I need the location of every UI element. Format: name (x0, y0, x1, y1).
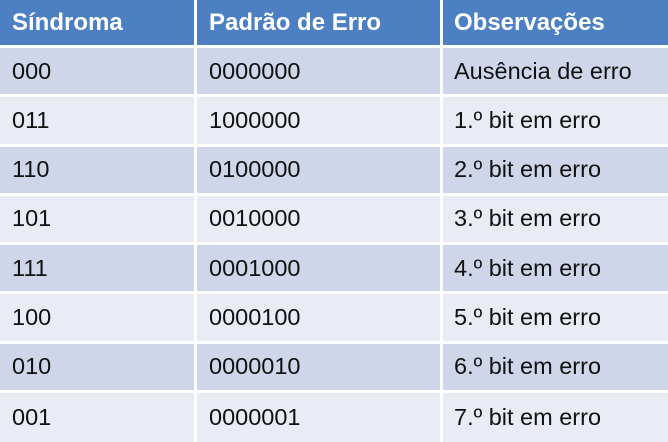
table-cell-syndrome: 000 (0, 48, 197, 98)
table-cell-error-pattern: 0000010 (197, 343, 443, 393)
table-cell-error-pattern: 0100000 (197, 146, 443, 196)
header-padrao-de-erro: Padrão de Erro (197, 0, 443, 48)
table-cell-syndrome: 110 (0, 146, 197, 196)
table-cell-error-pattern: 0000100 (197, 294, 443, 344)
table-cell-error-pattern: 0000000 (197, 48, 443, 98)
table-cell-syndrome: 010 (0, 343, 197, 393)
table-cell-syndrome: 001 (0, 392, 197, 442)
table-cell-syndrome: 100 (0, 294, 197, 344)
table-cell-observation: 6.º bit em erro (443, 343, 668, 393)
syndrome-table: Síndroma Padrão de Erro Observações 000 … (0, 0, 668, 442)
table-cell-error-pattern: 0000001 (197, 392, 443, 442)
table-cell-observation: 7.º bit em erro (443, 392, 668, 442)
table-cell-observation: 5.º bit em erro (443, 294, 668, 344)
table-cell-error-pattern: 0001000 (197, 245, 443, 295)
table-cell-syndrome: 111 (0, 245, 197, 295)
table-cell-observation: 4.º bit em erro (443, 245, 668, 295)
table-cell-observation: 3.º bit em erro (443, 195, 668, 245)
table-cell-error-pattern: 1000000 (197, 97, 443, 147)
table-cell-error-pattern: 0010000 (197, 195, 443, 245)
header-sindroma: Síndroma (0, 0, 197, 48)
table-cell-syndrome: 101 (0, 195, 197, 245)
table-cell-observation: 2.º bit em erro (443, 146, 668, 196)
table-cell-syndrome: 011 (0, 97, 197, 147)
table-cell-observation: Ausência de erro (443, 48, 668, 98)
table-cell-observation: 1.º bit em erro (443, 97, 668, 147)
header-observacoes: Observações (443, 0, 668, 48)
